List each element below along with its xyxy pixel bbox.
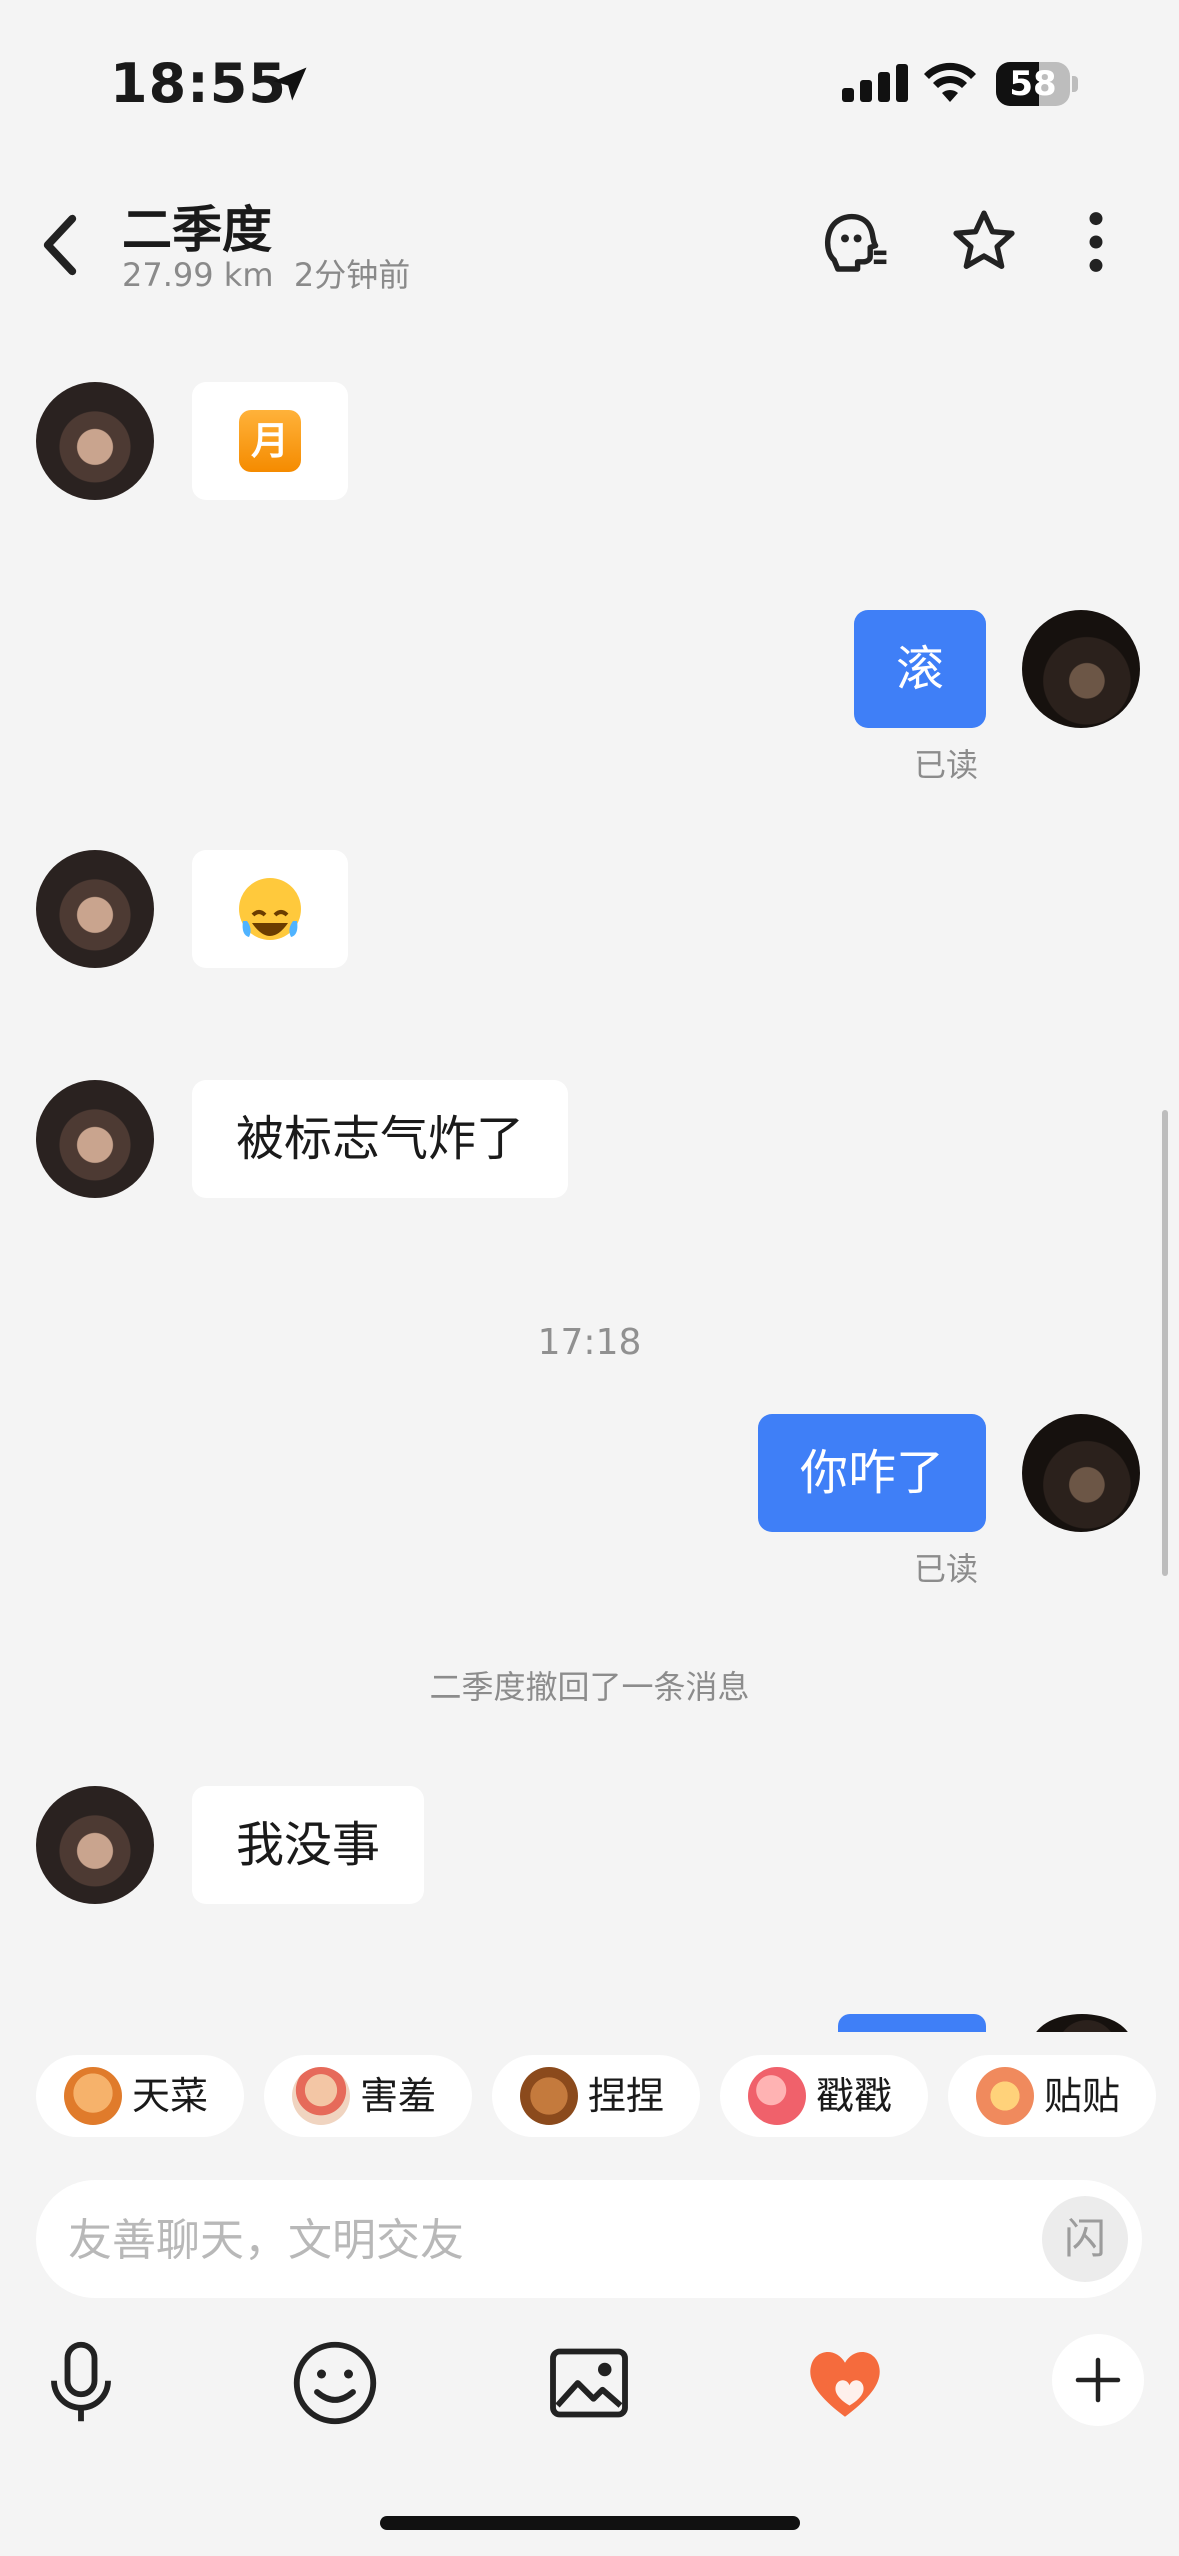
contact-avatar[interactable] — [36, 850, 154, 968]
tears-of-joy-emoji-icon — [239, 878, 301, 940]
contact-avatar[interactable] — [36, 382, 154, 500]
more-actions-button[interactable] — [1052, 2334, 1144, 2426]
read-receipt: 已读 — [914, 1550, 979, 1588]
incoming-bubble[interactable]: 月 — [192, 382, 348, 500]
more-options-icon[interactable] — [1060, 206, 1132, 278]
status-time: 18:55 — [110, 52, 287, 115]
microphone-icon[interactable] — [36, 2338, 126, 2428]
bear-sticker-icon — [520, 2067, 578, 2125]
quick-reaction-chip[interactable]: 捏捏 — [492, 2055, 700, 2137]
chat-scrollbar[interactable] — [1162, 1110, 1168, 1576]
image-gallery-icon[interactable] — [544, 2338, 634, 2428]
quick-reaction-chip[interactable]: 天菜 — [36, 2055, 244, 2137]
cellular-signal-icon — [842, 64, 914, 102]
contact-status-line: 27.99 km 2分钟前 — [122, 250, 410, 296]
outgoing-bubble[interactable]: 你咋了 — [758, 1414, 986, 1532]
chat-timestamp: 17:18 — [537, 1322, 642, 1363]
heart-gift-icon[interactable] — [800, 2338, 890, 2428]
read-receipt: 已读 — [914, 746, 979, 784]
location-arrow-icon — [273, 67, 307, 101]
back-chevron-icon[interactable] — [30, 210, 90, 280]
contact-avatar[interactable] — [36, 1080, 154, 1198]
incoming-bubble[interactable]: 被标志气炸了 — [192, 1080, 569, 1198]
message-input-container[interactable]: 闪 — [36, 2180, 1142, 2300]
quick-reaction-chip[interactable]: 贴贴 — [948, 2055, 1156, 2137]
star-favorite-icon[interactable] — [948, 206, 1020, 278]
flash-message-button[interactable]: 闪 — [1042, 2196, 1128, 2282]
emoji-smiley-icon[interactable] — [290, 2338, 380, 2428]
dog-sticker-icon — [64, 2067, 122, 2125]
incoming-bubble[interactable]: 我没事 — [192, 1786, 425, 1904]
battery-percent: 58 — [1009, 64, 1057, 104]
my-avatar[interactable] — [1022, 610, 1140, 728]
message-input[interactable] — [66, 2180, 1050, 2300]
contact-distance: 27.99 km — [122, 256, 274, 294]
recall-notice: 二季度撤回了一条消息 — [429, 1668, 750, 1706]
contact-last-active: 2分钟前 — [293, 256, 411, 294]
peach-sticker-icon — [748, 2067, 806, 2125]
speaking-head-icon[interactable] — [818, 206, 890, 278]
hug-sticker-icon — [976, 2067, 1034, 2125]
home-indicator[interactable] — [380, 2516, 800, 2530]
month-emoji-icon: 月 — [239, 410, 301, 472]
contact-avatar[interactable] — [36, 1786, 154, 1904]
incoming-bubble[interactable] — [192, 850, 348, 968]
plus-icon — [1075, 2357, 1121, 2403]
shy-sticker-icon — [292, 2067, 350, 2125]
quick-reaction-chip[interactable]: 戳戳 — [720, 2055, 928, 2137]
battery-indicator: 58 — [996, 62, 1080, 106]
quick-reaction-chip[interactable]: 害羞 — [264, 2055, 472, 2137]
my-avatar[interactable] — [1022, 1414, 1140, 1532]
outgoing-bubble[interactable]: 滚 — [854, 610, 986, 728]
clipped-next-message — [0, 2010, 1179, 2032]
wifi-icon — [924, 62, 976, 102]
